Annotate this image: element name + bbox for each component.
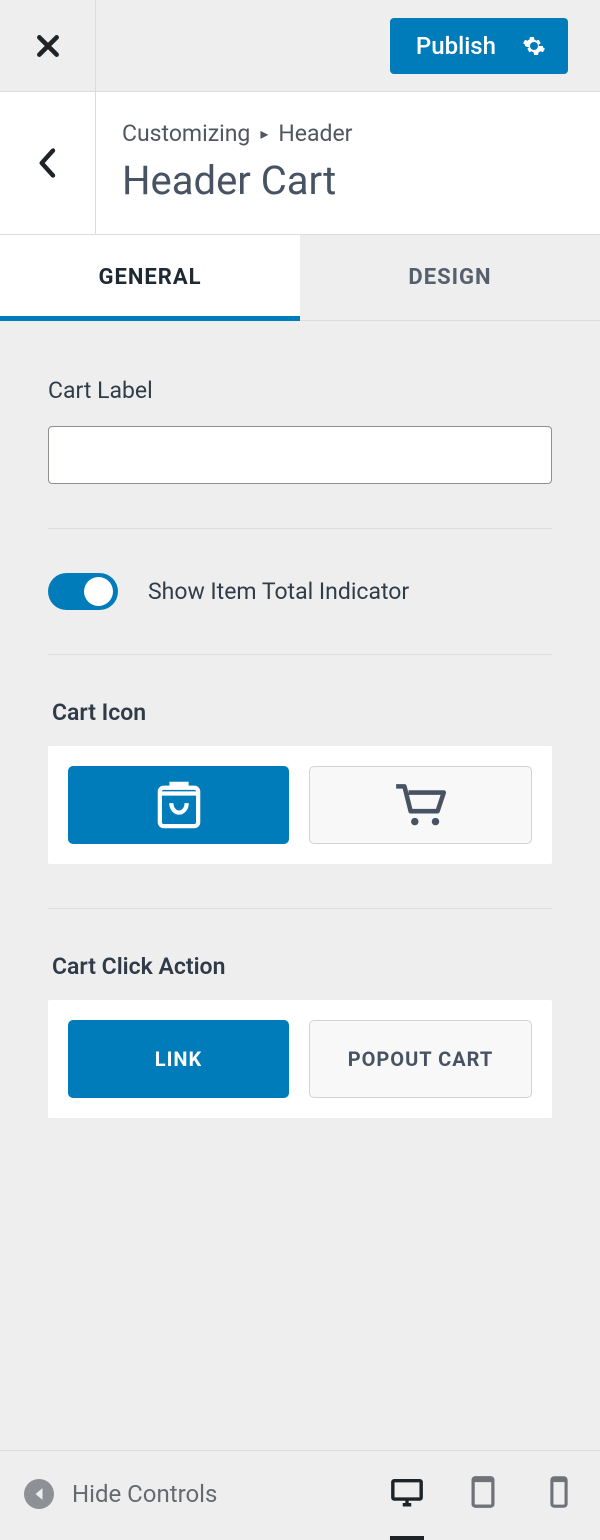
- publish-label: Publish: [416, 32, 496, 60]
- gear-icon[interactable]: [522, 34, 546, 58]
- click-action-popout[interactable]: POPOUT CART: [309, 1020, 532, 1098]
- toggle-row: Show Item Total Indicator: [48, 573, 552, 610]
- breadcrumb-section: Header: [278, 120, 352, 147]
- tab-general[interactable]: GENERAL: [0, 235, 300, 321]
- click-action-link[interactable]: LINK: [68, 1020, 289, 1098]
- divider: [48, 908, 552, 909]
- tabs: GENERAL DESIGN: [0, 235, 600, 321]
- device-preview-switcher: [390, 1475, 576, 1513]
- divider: [48, 528, 552, 529]
- back-button[interactable]: [0, 92, 96, 234]
- cart-label-title: Cart Label: [48, 377, 552, 404]
- hide-controls-button[interactable]: Hide Controls: [24, 1479, 217, 1509]
- collapse-icon: [24, 1479, 54, 1509]
- chevron-left-icon: [37, 148, 59, 178]
- cart-icon-title: Cart Icon: [48, 699, 552, 726]
- breadcrumb-separator-icon: ▸: [260, 124, 268, 143]
- cart-icon-options: [48, 746, 552, 864]
- divider: [48, 654, 552, 655]
- footer-bar: Hide Controls: [0, 1450, 600, 1536]
- device-mobile[interactable]: [542, 1475, 576, 1513]
- panel-content: Cart Label Show Item Total Indicator Car…: [0, 321, 600, 1450]
- breadcrumb-root: Customizing: [122, 120, 250, 147]
- cart-icon-option-cart[interactable]: [309, 766, 532, 844]
- hide-controls-label: Hide Controls: [72, 1480, 217, 1508]
- cart-icon-option-bag[interactable]: [68, 766, 289, 844]
- tab-design[interactable]: DESIGN: [300, 235, 600, 320]
- publish-button[interactable]: Publish: [390, 18, 568, 74]
- panel-header: Customizing ▸ Header Header Cart: [0, 92, 600, 235]
- cart-click-action-title: Cart Click Action: [48, 953, 552, 980]
- tablet-icon: [466, 1475, 500, 1509]
- device-desktop[interactable]: [390, 1475, 424, 1540]
- cart-icon: [392, 780, 450, 830]
- page-title: Header Cart: [122, 157, 352, 204]
- show-item-total-toggle[interactable]: [48, 573, 118, 610]
- mobile-icon: [542, 1475, 576, 1509]
- breadcrumb: Customizing ▸ Header: [122, 120, 352, 147]
- cart-label-input[interactable]: [48, 426, 552, 484]
- toggle-knob: [84, 577, 113, 606]
- publish-wrap: Publish: [390, 0, 600, 91]
- close-button[interactable]: [0, 0, 96, 91]
- device-tablet[interactable]: [466, 1475, 500, 1513]
- toggle-label: Show Item Total Indicator: [148, 578, 409, 605]
- cart-click-action-options: LINK POPOUT CART: [48, 1000, 552, 1118]
- close-icon: [35, 33, 61, 59]
- bag-icon: [156, 779, 202, 831]
- desktop-icon: [390, 1475, 424, 1509]
- top-bar: Publish: [0, 0, 600, 92]
